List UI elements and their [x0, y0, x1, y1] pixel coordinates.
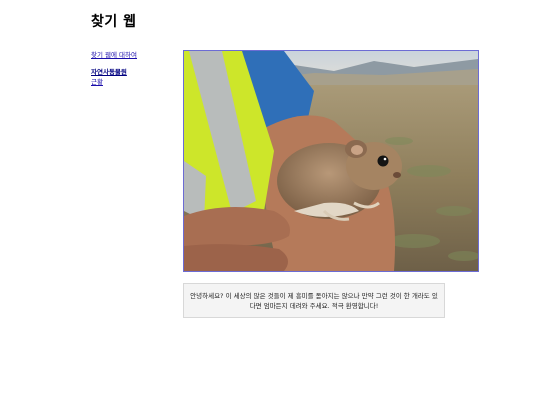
- main-photo: [183, 50, 479, 272]
- sidebar-link-about[interactable]: 찾기 웹에 대하여: [91, 50, 171, 60]
- welcome-message: 안녕하세요? 이 세상의 많은 것들이 제 흥미를 돋아지는 않으나 만약 그런…: [190, 291, 438, 310]
- photo-rodent-in-hand: [184, 51, 478, 271]
- sidebar-item-recent-news[interactable]: 근황: [91, 77, 171, 87]
- sidebar-nav: 찾기 웹에 대하여 자연사동물원 근황: [91, 50, 171, 87]
- welcome-message-box: 안녕하세요? 이 세상의 많은 것들이 제 흥미를 돋아지는 않으나 만약 그런…: [183, 283, 445, 318]
- site-title: 찾기 웹: [91, 14, 137, 30]
- sidebar-item-natural-history-zoo[interactable]: 자연사동물원: [91, 67, 171, 77]
